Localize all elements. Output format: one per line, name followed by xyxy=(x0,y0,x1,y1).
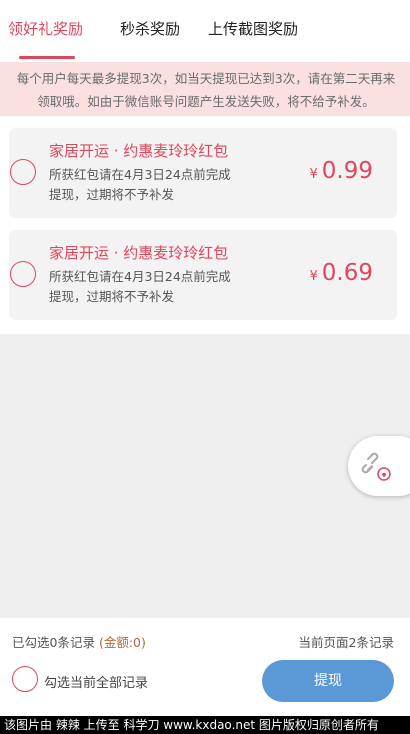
footer-bar: 已勾选0条记录 (金额:0) 当前页面2条记录 勾选当前全部记录 提现 xyxy=(0,618,410,716)
select-all-checkbox[interactable] xyxy=(12,666,38,692)
link-share-icon: ● xyxy=(361,452,391,481)
tab-flash-sale-reward[interactable]: 秒杀奖励 xyxy=(120,0,180,62)
select-all-label[interactable]: 勾选当前全部记录 xyxy=(44,672,148,691)
tab-screenshot-reward[interactable]: 上传截图奖励 xyxy=(208,0,298,62)
selected-count-text: 已勾选0条记录 xyxy=(12,635,99,650)
active-tab-indicator xyxy=(19,56,75,59)
amount-value: 0.69 xyxy=(321,260,373,286)
record-desc-line-1: 所获红包请在4月3日24点前完成 xyxy=(49,167,231,182)
record-amount: ¥0.99 xyxy=(310,158,374,184)
amount-value: 0.99 xyxy=(321,158,373,184)
record-description: 所获红包请在4月3日24点前完成 提现，过期将不予补发 xyxy=(49,267,249,307)
currency-symbol: ¥ xyxy=(309,167,318,182)
notice-banner: 每个用户每天最多提现3次，如当天提现已达到3次，请在第二天再来 领取哦。如由于微… xyxy=(0,62,410,116)
watermark-text: 该图片由 辣辣 上传至 科学刀 www.kxdao.net 图片版权归原创者所有 xyxy=(0,716,410,734)
record-checkbox[interactable] xyxy=(10,159,36,185)
notice-line-2: 领取哦。如由于微信账号问题产生发送失败，将不给予补发。 xyxy=(37,94,375,109)
tab-bar: 领好礼奖励 秒杀奖励 上传截图奖励 xyxy=(0,0,410,62)
record-desc-line-2: 提现，过期将不予补发 xyxy=(49,187,175,202)
page-record-count: 当前页面2条记录 xyxy=(298,635,394,650)
record-desc-line-2: 提现，过期将不予补发 xyxy=(49,289,175,304)
floating-share-button[interactable]: ● xyxy=(348,436,410,496)
record-card[interactable]: 家居开运 · 约惠麦玲玲红包 所获红包请在4月3日24点前完成 提现，过期将不予… xyxy=(9,230,397,320)
record-title: 家居开运 · 约惠麦玲玲红包 xyxy=(49,142,229,160)
record-desc-line-1: 所获红包请在4月3日24点前完成 xyxy=(49,269,231,284)
currency-symbol: ¥ xyxy=(309,269,318,284)
record-amount: ¥0.69 xyxy=(310,260,374,286)
notice-line-1: 每个用户每天最多提现3次，如当天提现已达到3次，请在第二天再来 xyxy=(16,71,396,86)
selected-amount: (金额:0) xyxy=(98,635,146,650)
svg-text:●: ● xyxy=(382,472,387,478)
empty-area xyxy=(0,334,410,618)
record-title: 家居开运 · 约惠麦玲玲红包 xyxy=(49,244,229,262)
record-description: 所获红包请在4月3日24点前完成 提现，过期将不予补发 xyxy=(49,165,249,205)
record-card[interactable]: 家居开运 · 约惠麦玲玲红包 所获红包请在4月3日24点前完成 提现，过期将不予… xyxy=(9,128,397,218)
withdraw-button[interactable]: 提现 xyxy=(262,660,394,702)
record-list: 家居开运 · 约惠麦玲玲红包 所获红包请在4月3日24点前完成 提现，过期将不予… xyxy=(0,116,410,334)
tab-gift-reward[interactable]: 领好礼奖励 xyxy=(8,0,83,62)
selected-count: 已勾选0条记录 (金额:0) xyxy=(12,632,146,651)
record-checkbox[interactable] xyxy=(10,261,36,287)
